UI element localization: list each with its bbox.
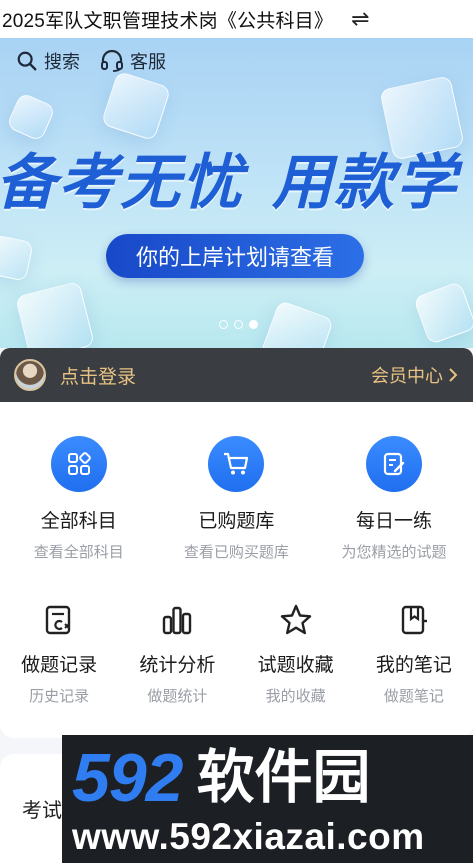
notes-entry[interactable]: 我的笔记 做题笔记 (355, 600, 473, 706)
all-subjects-circle (50, 436, 107, 492)
purchased-bank-entry[interactable]: 已购题库 查看已购买题库 (158, 436, 316, 562)
site-watermark: 592 软件园 www.592xiazai.com (62, 735, 473, 863)
all-subjects-entry[interactable]: 全部科目 查看全部科目 (0, 436, 158, 562)
decor-cube (0, 234, 34, 282)
login-link[interactable]: 点击登录 (60, 362, 136, 389)
top-bar: 2025军队文职管理技术岗《公共科目》 ⇌ (0, 0, 473, 38)
notebook-icon (401, 605, 427, 635)
feature-label: 全部科目 (40, 511, 117, 532)
carousel-indicator (219, 320, 258, 329)
switch-exam-icon[interactable]: ⇌ (351, 6, 369, 32)
search-button[interactable]: 搜索 (16, 48, 80, 74)
service-label: 客服 (130, 52, 166, 72)
decor-cube (14, 280, 96, 348)
carousel-dot[interactable] (219, 320, 228, 329)
feature-label: 已购题库 (198, 511, 275, 532)
star-icon (280, 604, 311, 635)
feature-sub: 查看已购买题库 (183, 544, 289, 561)
login-bar: 点击登录 会员中心 (0, 348, 473, 402)
feature-label: 每日一练 (355, 511, 432, 532)
watermark-url: www.592xiazai.com (72, 815, 425, 857)
purchased-bank-circle (208, 436, 265, 492)
grid-icon (67, 452, 91, 475)
carousel-dot[interactable] (234, 320, 243, 329)
feature-card: 全部科目 查看全部科目 已购题库 查看已购买题库 每日一练 为您精选的试题 做题… (0, 402, 473, 738)
watermark-name: 软件园 (196, 744, 371, 810)
banner-plan-pill[interactable]: 你的上岸计划请查看 (106, 234, 364, 278)
edit-doc-icon (383, 452, 405, 476)
cart-icon (224, 452, 249, 475)
customer-service-button[interactable]: 客服 (100, 48, 166, 74)
search-icon (17, 51, 37, 71)
favorites-entry[interactable]: 试题收藏 我的收藏 (237, 600, 355, 706)
decor-cube (100, 70, 172, 142)
decor-cube (412, 280, 473, 346)
promo-banner[interactable]: 搜索 客服 备考无忧 用款学 你的上岸计划请查看 (0, 38, 473, 348)
tool-sub: 历史记录 (29, 688, 90, 705)
record-icon (45, 605, 71, 635)
chevron-right-icon (449, 368, 458, 382)
headset-icon (101, 50, 123, 72)
carousel-dot-active[interactable] (249, 320, 258, 329)
search-label: 搜索 (44, 52, 80, 72)
feature-sub: 查看全部科目 (33, 544, 124, 561)
headline-part-a: 备考无忧 (0, 149, 244, 216)
watermark-number: 592 (72, 739, 183, 816)
member-center-link[interactable]: 会员中心 (371, 362, 459, 388)
decor-cube (259, 299, 335, 348)
tool-label: 试题收藏 (257, 655, 334, 676)
feature-sub: 为您精选的试题 (341, 544, 447, 561)
daily-practice-entry[interactable]: 每日一练 为您精选的试题 (315, 436, 473, 562)
member-center-label: 会员中心 (371, 366, 443, 386)
tool-label: 统计分析 (139, 655, 216, 676)
tool-sub: 做题统计 (147, 688, 208, 705)
tool-sub: 做题笔记 (383, 688, 444, 705)
headline-part-b: 用款学 (272, 149, 458, 216)
daily-practice-circle (365, 436, 422, 492)
bar-chart-icon (163, 606, 192, 635)
statistics-entry[interactable]: 统计分析 做题统计 (118, 600, 236, 706)
exam-section-title: 考试 (22, 800, 62, 822)
tool-sub: 我的收藏 (265, 688, 326, 705)
avatar[interactable] (14, 359, 46, 391)
page-title: 2025军队文职管理技术岗《公共科目》 (2, 10, 334, 32)
tool-label: 做题记录 (21, 655, 98, 676)
tool-label: 我的笔记 (375, 655, 452, 676)
practice-record-entry[interactable]: 做题记录 历史记录 (0, 600, 118, 706)
banner-headline: 备考无忧 用款学 (0, 134, 458, 221)
